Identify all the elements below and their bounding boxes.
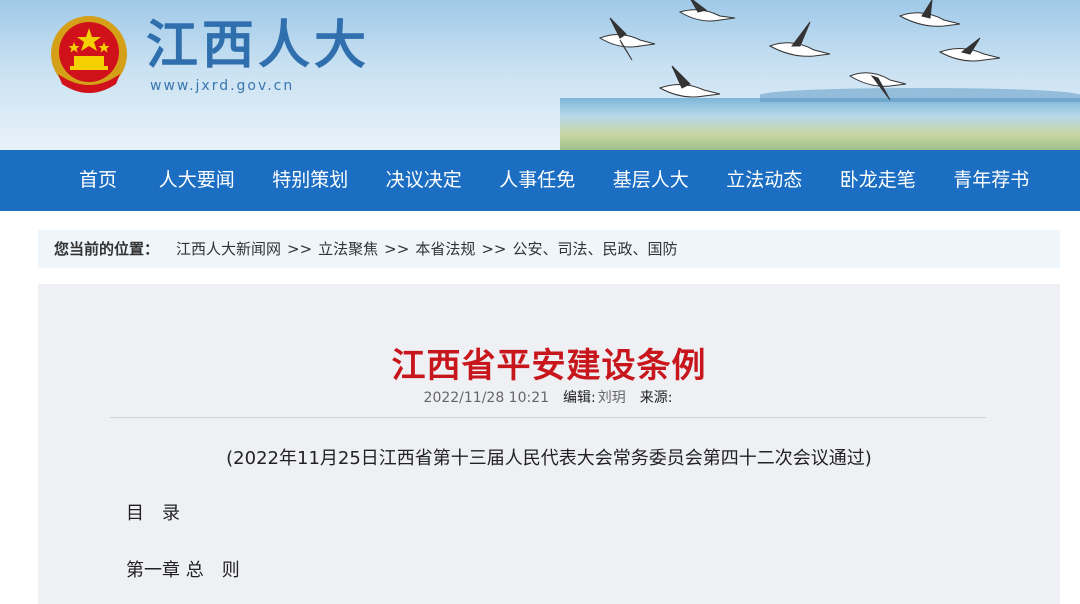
nav-item-appointments[interactable]: 人事任免 [481, 150, 595, 211]
breadcrumb-separator: >> [287, 240, 313, 258]
breadcrumb-separator: >> [384, 240, 410, 258]
nav-item-resolutions[interactable]: 决议决定 [367, 150, 481, 211]
site-title[interactable]: 江西人大 [146, 14, 370, 78]
editor-label: 编辑: [563, 390, 596, 406]
breadcrumb-separator: >> [481, 240, 507, 258]
editor-name: 刘玥 [597, 390, 626, 406]
divider [110, 417, 986, 418]
national-emblem-icon[interactable] [44, 12, 134, 100]
nav-item-grassroots[interactable]: 基层人大 [594, 150, 708, 211]
cranes-illustration-icon [598, 0, 1001, 101]
main-nav: 首页 人大要闻 特别策划 决议决定 人事任免 基层人大 立法动态 卧龙走笔 青年… [0, 150, 1080, 211]
breadcrumb-link-provincial-regulations[interactable]: 本省法规 [415, 240, 475, 258]
toc-heading: 目 录 [126, 503, 180, 524]
nav-item-books[interactable]: 青年荐书 [935, 150, 1049, 211]
site-url[interactable]: www.jxrd.gov.cn [150, 78, 294, 94]
breadcrumb-link-legislation-focus[interactable]: 立法聚焦 [318, 240, 378, 258]
nav-item-legislation[interactable]: 立法动态 [708, 150, 822, 211]
article-panel: 江西省平安建设条例 2022/11/28 10:21 编辑: 刘玥 来源: (2022… [38, 284, 1060, 604]
breadcrumb: 您当前的位置： 江西人大新闻网 >> 立法聚焦 >> 本省法规 >> 公安、司法、民政、国防 [38, 230, 1060, 268]
breadcrumb-link-category[interactable]: 公安、司法、民政、国防 [512, 240, 677, 258]
nav-item-news[interactable]: 人大要闻 [140, 150, 254, 211]
nav-item-wolong[interactable]: 卧龙走笔 [821, 150, 935, 211]
nav-item-home[interactable]: 首页 [56, 150, 140, 211]
adoption-note: (2022年11月25日江西省第十三届人民代表大会常务委员会第四十二次会议通过) [226, 448, 872, 469]
article-meta: 2022/11/28 10:21 编辑: 刘玥 来源: [38, 387, 1060, 407]
breadcrumb-lead: 您当前的位置： [54, 240, 160, 258]
article-title: 江西省平安建设条例 [391, 346, 707, 386]
site-header: 江西人大 www.jxrd.gov.cn [0, 0, 1080, 150]
chapter-heading: 第一章 总 则 [126, 560, 240, 581]
breadcrumb-link-news-site[interactable]: 江西人大新闻网 [176, 240, 281, 258]
breadcrumb-trail: 江西人大新闻网 >> 立法聚焦 >> 本省法规 >> 公安、司法、民政、国防 [176, 230, 677, 268]
nav-item-special[interactable]: 特别策划 [254, 150, 368, 211]
article-datetime: 2022/11/28 10:21 [423, 390, 550, 406]
source-label: 来源: [639, 390, 673, 406]
